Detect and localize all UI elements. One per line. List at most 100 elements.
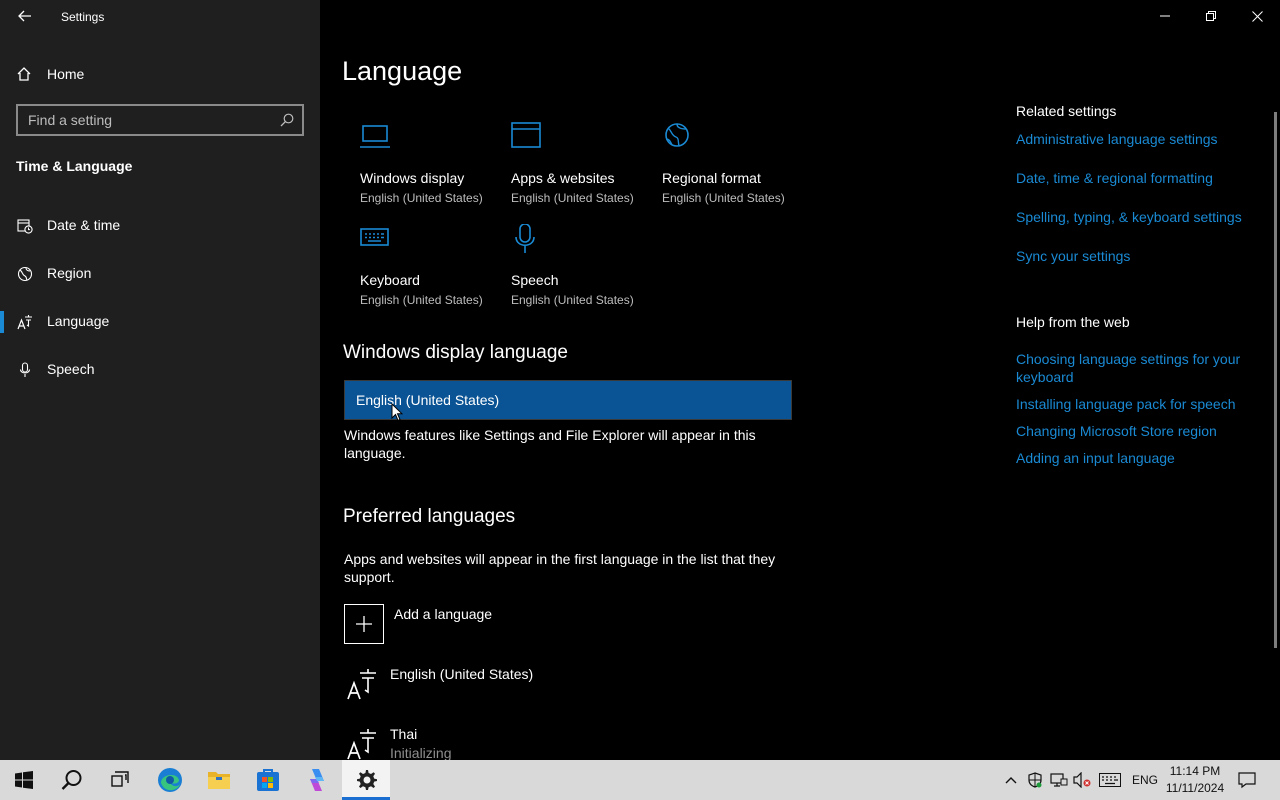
volume-tray-button[interactable] [1071, 760, 1093, 800]
tile-subtitle: English (United States) [360, 293, 483, 307]
search-input[interactable] [28, 111, 268, 129]
browser-window-icon [511, 122, 541, 148]
keyboard-icon [1099, 773, 1121, 787]
globe-icon [16, 265, 34, 283]
home-label: Home [47, 66, 85, 82]
scrollbar[interactable] [1274, 112, 1277, 648]
sidebar-item-label: Region [47, 265, 92, 281]
home-nav-item[interactable]: Home [16, 62, 84, 86]
active-indicator [0, 311, 4, 333]
tile-name: Apps & websites [511, 170, 615, 186]
restore-button[interactable] [1188, 0, 1234, 32]
taskbar-search-button[interactable] [48, 760, 96, 800]
sidebar-item-label: Language [47, 313, 110, 329]
search-icon [61, 770, 82, 790]
plus-icon [356, 616, 372, 632]
shield-icon [1028, 772, 1042, 788]
security-tray-button[interactable] [1024, 760, 1046, 800]
display-language-dropdown[interactable]: English (United States) [344, 380, 792, 420]
home-icon [17, 67, 31, 81]
link-installing-language-pack[interactable]: Installing language pack for speech [1016, 395, 1256, 413]
tile-subtitle: English (United States) [662, 191, 785, 205]
tile-name: Keyboard [360, 272, 420, 288]
link-changing-store-region[interactable]: Changing Microsoft Store region [1016, 422, 1256, 440]
link-spelling-typing-keyboard-settings[interactable]: Spelling, typing, & keyboard settings [1016, 208, 1276, 226]
tile-subtitle: English (United States) [360, 191, 483, 205]
section-title: Time & Language [16, 158, 133, 174]
back-button[interactable] [10, 4, 40, 28]
copilot-icon [310, 769, 324, 791]
volume-muted-icon [1073, 772, 1091, 788]
microphone-icon [16, 361, 34, 379]
calendar-clock-icon [16, 217, 34, 235]
tile-apps-websites[interactable]: Apps & websites English (United States) [511, 122, 661, 212]
file-explorer-icon [208, 772, 230, 789]
link-date-time-regional-formatting[interactable]: Date, time & regional formatting [1016, 169, 1256, 187]
display-language-value: English (United States) [356, 392, 500, 408]
tile-windows-display[interactable]: Windows display English (United States) [360, 122, 510, 212]
search-box[interactable] [16, 104, 304, 136]
language-status: Initializing [390, 745, 452, 761]
start-icon [15, 771, 33, 789]
close-button[interactable] [1234, 0, 1280, 32]
language-icon [16, 313, 34, 331]
chevron-up-icon [1005, 777, 1017, 784]
store-icon [257, 769, 279, 791]
sidebar-item-label: Date & time [47, 217, 121, 233]
laptop-icon [360, 125, 390, 148]
preferred-languages-heading: Preferred languages [343, 506, 516, 527]
related-settings-heading: Related settings [1016, 103, 1117, 119]
edge-taskbar-button[interactable] [146, 760, 194, 800]
clock[interactable]: 11:14 PM 11/11/2024 [1160, 763, 1230, 797]
search-icon[interactable] [280, 113, 294, 127]
clock-date: 11/11/2024 [1165, 781, 1225, 795]
notifications-button[interactable] [1236, 760, 1258, 800]
touch-keyboard-button[interactable] [1097, 760, 1123, 800]
window-controls [1142, 0, 1280, 32]
settings-icon [357, 770, 377, 790]
settings-taskbar-button[interactable] [342, 760, 390, 800]
tile-speech[interactable]: Speech English (United States) [511, 224, 661, 314]
tile-name: Speech [511, 272, 559, 288]
show-hidden-icons-button[interactable] [1002, 760, 1020, 800]
display-language-heading: Windows display language [343, 342, 568, 363]
minimize-button[interactable] [1142, 0, 1188, 32]
sidebar-item-date-time[interactable]: Date & time [0, 205, 320, 245]
globe-icon [665, 123, 689, 147]
link-adding-input-language[interactable]: Adding an input language [1016, 449, 1256, 467]
preferred-languages-description: Apps and websites will appear in the fir… [344, 551, 776, 585]
start-button[interactable] [0, 760, 48, 800]
back-arrow-icon [18, 10, 31, 22]
copilot-taskbar-button[interactable] [293, 760, 341, 800]
taskbar: ENG 11:14 PM 11/11/2024 [0, 760, 1280, 800]
link-sync-your-settings[interactable]: Sync your settings [1016, 247, 1256, 265]
keyboard-icon [360, 228, 389, 246]
help-from-web-heading: Help from the web [1016, 314, 1130, 330]
network-tray-button[interactable] [1048, 760, 1070, 800]
link-choosing-language-settings[interactable]: Choosing language settings for your keyb… [1016, 350, 1252, 386]
sidebar-item-speech[interactable]: Speech [0, 349, 320, 389]
sidebar-item-language[interactable]: Language [0, 301, 320, 341]
language-icon [347, 669, 376, 700]
add-language-button[interactable] [344, 604, 384, 644]
tile-subtitle: English (United States) [511, 191, 634, 205]
input-language-indicator[interactable]: ENG [1132, 773, 1158, 787]
language-icon [347, 729, 376, 760]
store-taskbar-button[interactable] [244, 760, 292, 800]
add-language-label[interactable]: Add a language [394, 606, 492, 622]
network-icon [1050, 773, 1068, 787]
task-view-button[interactable] [96, 760, 144, 800]
mouse-cursor-icon [391, 403, 403, 422]
tile-name: Windows display [360, 170, 465, 186]
link-administrative-language-settings[interactable]: Administrative language settings [1016, 130, 1256, 148]
language-name: English (United States) [390, 666, 534, 682]
sidebar-item-label: Speech [47, 361, 95, 377]
task-view-icon [111, 771, 129, 787]
tile-keyboard[interactable]: Keyboard English (United States) [360, 224, 510, 314]
tile-regional-format[interactable]: Regional format English (United States) [662, 122, 812, 212]
microphone-icon [515, 224, 535, 253]
sidebar-item-region[interactable]: Region [0, 253, 320, 293]
edge-icon [158, 768, 182, 792]
notification-icon [1238, 772, 1256, 789]
file-explorer-taskbar-button[interactable] [195, 760, 243, 800]
